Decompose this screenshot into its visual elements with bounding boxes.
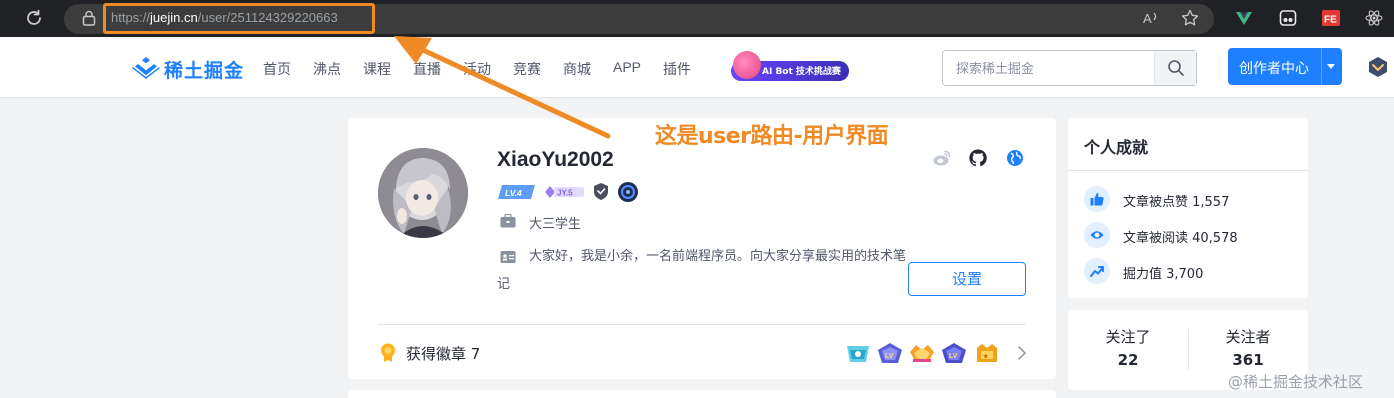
- bio-text: 大家好，我是小余，一名前端程序员。向大家分享最实用的技术笔记: [497, 249, 907, 292]
- ai-bot-banner[interactable]: AI Bot 技术挑战赛: [731, 51, 849, 83]
- chevron-right-icon[interactable]: [1017, 346, 1027, 360]
- achievement-item-reads: 文章被阅读 40,578: [1084, 222, 1304, 248]
- favorite-star-icon[interactable]: [1181, 9, 1199, 27]
- read-aloud-icon[interactable]: A: [1142, 9, 1160, 27]
- nav-item-plugins[interactable]: 插件: [663, 59, 691, 79]
- achievement-item-power: 掘力值 3,700: [1084, 258, 1304, 284]
- fe-helper-icon[interactable]: FE: [1322, 9, 1340, 27]
- jy-badge-text: JY.5: [557, 189, 573, 198]
- special-badge-icon[interactable]: [617, 181, 639, 203]
- badge-medal-5-icon[interactable]: ★: [973, 342, 1001, 364]
- caret-down-icon[interactable]: [1327, 64, 1335, 69]
- vue-devtools-icon[interactable]: [1235, 9, 1253, 27]
- browser-toolbar: https://juejin.cn/user/251124329220663 A…: [0, 0, 1394, 37]
- annotation-arrow: [394, 36, 611, 139]
- svg-text:LV: LV: [885, 353, 894, 360]
- medal-icon: [381, 343, 395, 362]
- ai-bot-label: AI Bot 技术挑战赛: [762, 67, 841, 77]
- juejin-logo-icon[interactable]: [132, 57, 160, 79]
- badge-medal-2-icon[interactable]: LV: [876, 342, 904, 364]
- reload-icon[interactable]: [24, 8, 44, 28]
- followers-stat[interactable]: 关注者 361: [1188, 326, 1308, 369]
- search-box: [942, 50, 1197, 86]
- weibo-icon[interactable]: [932, 148, 952, 168]
- achievement-likes-label: 文章被点赞 1,557: [1123, 195, 1230, 210]
- annotation-label: 这是user路由-用户界面: [655, 124, 889, 149]
- creator-center-label: 创作者中心: [1239, 61, 1309, 77]
- search-button[interactable]: [1154, 51, 1196, 85]
- settings-button[interactable]: 设置: [908, 262, 1026, 296]
- following-count: 22: [1117, 351, 1139, 369]
- following-label: 关注了: [1105, 328, 1151, 346]
- badge-medal-3-icon[interactable]: [908, 342, 936, 364]
- nav-item-pins[interactable]: 沸点: [313, 59, 341, 79]
- logo-text[interactable]: 稀土掘金: [164, 56, 244, 83]
- globe-icon[interactable]: [1005, 148, 1025, 168]
- achievement-item-likes: 文章被点赞 1,557: [1084, 186, 1304, 212]
- site-header: 稀土掘金 首页 沸点 课程 直播 活动 竞赛 商城 APP 插件 AI Bot …: [0, 37, 1394, 98]
- level-badge-text: LV.4: [505, 188, 522, 198]
- extension-toggle-icon[interactable]: [1279, 9, 1297, 27]
- eye-icon: [1084, 222, 1110, 248]
- followers-count: 361: [1232, 351, 1264, 369]
- profile-divider: [378, 324, 1026, 325]
- search-input[interactable]: [944, 52, 1154, 84]
- search-icon: [1168, 60, 1184, 76]
- username: XiaoYu2002: [497, 148, 614, 171]
- url-highlight-box: [103, 3, 375, 34]
- creator-split-divider: [1321, 48, 1322, 85]
- nav-item-home[interactable]: 首页: [263, 59, 291, 79]
- vip-badge-icon[interactable]: [1367, 56, 1389, 78]
- following-stat[interactable]: 关注了 22: [1068, 326, 1188, 369]
- thumbs-up-icon: [1084, 186, 1110, 212]
- badge-medal-4-icon[interactable]: LV: [940, 342, 968, 364]
- creator-center-button[interactable]: 创作者中心: [1228, 48, 1342, 85]
- avatar[interactable]: [378, 148, 468, 238]
- badges-count-label[interactable]: 获得徽章 7: [406, 343, 480, 364]
- watermark: @稀土掘金技术社区: [1228, 373, 1364, 391]
- achievements-title: 个人成就: [1084, 138, 1149, 157]
- profile-card: XiaoYu2002 LV.4 JY.5 大三学生 大家好，我是小余，一名前端程…: [348, 118, 1056, 379]
- briefcase-icon: [500, 214, 516, 228]
- level-badge-icon[interactable]: LV.4: [498, 185, 535, 199]
- badge-medal-1-icon[interactable]: [844, 342, 872, 364]
- achievements-divider: [1068, 170, 1308, 171]
- svg-text:FE: FE: [1324, 15, 1337, 26]
- achievement-power-label: 掘力值 3,700: [1123, 267, 1204, 282]
- achievements-card: 个人成就 文章被点赞 1,557 文章被阅读 40,578 掘力值 3,700: [1068, 118, 1308, 298]
- trend-up-icon: [1084, 258, 1110, 284]
- react-devtools-icon[interactable]: [1365, 9, 1383, 27]
- creator-badge-icon[interactable]: [593, 183, 609, 200]
- svg-text:★: ★: [983, 353, 989, 360]
- ai-bot-mascot-icon: [733, 51, 761, 79]
- lock-icon[interactable]: [82, 10, 96, 26]
- github-icon[interactable]: [968, 148, 988, 168]
- jy-badge-icon[interactable]: JY.5: [544, 185, 584, 199]
- content-card: [348, 390, 1056, 398]
- svg-text:A: A: [1143, 11, 1152, 26]
- avatar-illustration: [378, 148, 468, 238]
- svg-text:LV: LV: [949, 353, 958, 360]
- job-title: 大三学生: [529, 217, 582, 232]
- achievement-reads-label: 文章被阅读 40,578: [1123, 231, 1238, 246]
- followers-label: 关注者: [1225, 328, 1271, 346]
